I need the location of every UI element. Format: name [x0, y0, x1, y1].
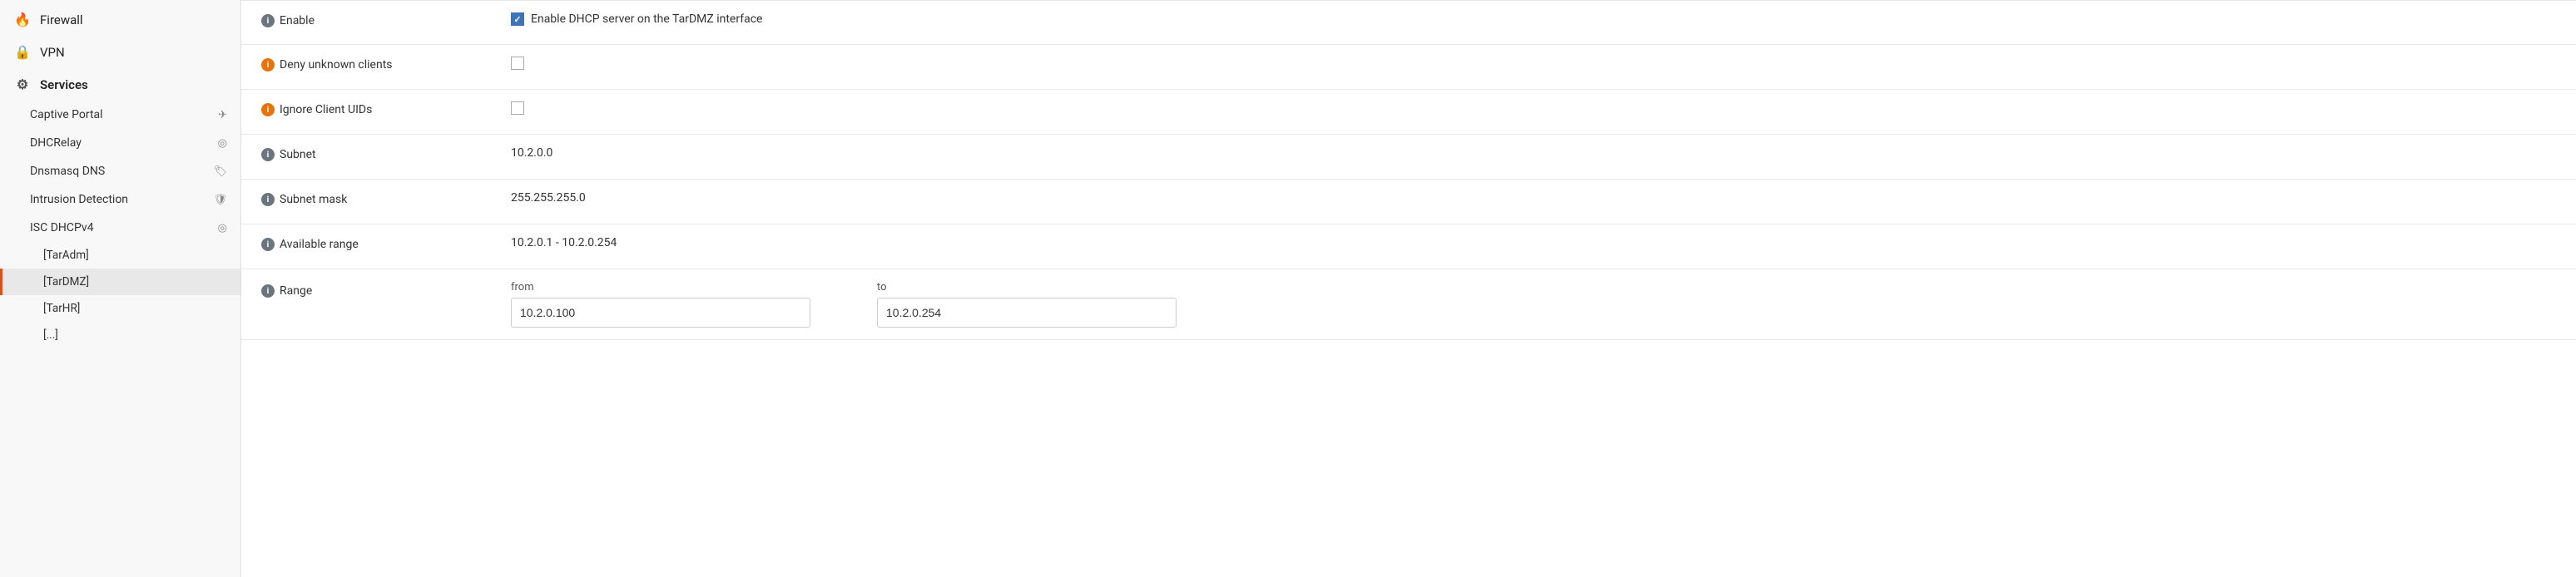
taradm-label: [TarAdm] [43, 249, 89, 262]
range-label: i Range [261, 281, 511, 298]
range-inputs-row: from to [511, 281, 1177, 328]
range-to-field: to [877, 281, 1177, 328]
dnsmasq-dns-label: Dnsmasq DNS [30, 165, 105, 178]
deny-unknown-value [511, 57, 2556, 70]
dhcrelay-icon: ◎ [218, 137, 227, 150]
more-label: [...] [43, 328, 58, 342]
main-content: i Enable Enable DHCP server on the TarDM… [241, 0, 2576, 577]
services-icon: ⚙ [13, 76, 32, 92]
sidebar-item-intrusion-detection[interactable]: Intrusion Detection 🛡 [0, 185, 240, 214]
intrusion-detection-icon: 🛡 [213, 194, 227, 206]
enable-checkbox-wrap[interactable]: Enable DHCP server on the TarDMZ interfa… [511, 12, 762, 26]
range-from-input[interactable] [511, 298, 810, 328]
subnet-mask-info-icon: i [261, 193, 275, 206]
sidebar-item-tarhr[interactable]: [TarHR] [0, 295, 240, 322]
intrusion-detection-label: Intrusion Detection [30, 193, 128, 206]
range-row: i Range from to [241, 269, 2576, 340]
sidebar-item-more[interactable]: [...] [0, 322, 240, 348]
vpn-icon: 🔒 [13, 44, 32, 60]
range-info-icon: i [261, 284, 275, 298]
captive-portal-label: Captive Portal [30, 108, 103, 121]
sidebar-item-tardmz[interactable]: [TarDMZ] [0, 269, 240, 295]
subnet-mask-label: i Subnet mask [261, 191, 511, 206]
range-to-input[interactable] [877, 298, 1177, 328]
subnet-mask-row: i Subnet mask 255.255.255.0 [241, 180, 2576, 224]
deny-unknown-checkbox[interactable] [511, 57, 524, 70]
subnet-mask-value: 255.255.255.0 [511, 191, 2556, 205]
sidebar-item-dhcrelay[interactable]: DHCRelay ◎ [0, 129, 240, 157]
sidebar-item-label: VPN [40, 45, 227, 60]
range-from-label: from [511, 281, 810, 293]
dhcrelay-label: DHCRelay [30, 136, 82, 150]
subnet-value: 10.2.0.0 [511, 146, 2556, 160]
deny-unknown-info-icon: i [261, 58, 275, 72]
tardmz-label: [TarDMZ] [43, 275, 89, 288]
isc-dhcpv4-label: ISC DHCPv4 [30, 221, 94, 234]
ignore-client-uids-checkbox[interactable] [511, 101, 524, 115]
enable-info-icon: i [261, 14, 275, 27]
sidebar-item-services[interactable]: ⚙ Services [0, 68, 240, 101]
sidebar-section-label: Services [40, 77, 88, 92]
deny-unknown-label: i Deny unknown clients [261, 57, 511, 72]
dnsmasq-dns-icon: 🏷 [213, 165, 227, 178]
subnet-row: i Subnet 10.2.0.0 [241, 135, 2576, 180]
available-range-label: i Available range [261, 236, 511, 251]
sidebar-item-label: Firewall [40, 12, 227, 27]
range-to-label: to [877, 281, 1177, 293]
subnet-info-icon: i [261, 148, 275, 161]
sidebar-item-isc-dhcpv4[interactable]: ISC DHCPv4 ◎ [0, 214, 240, 242]
sidebar-item-dnsmasq-dns[interactable]: Dnsmasq DNS 🏷 [0, 157, 240, 185]
subnet-label: i Subnet [261, 146, 511, 161]
enable-row: i Enable Enable DHCP server on the TarDM… [241, 0, 2576, 45]
sidebar-item-firewall[interactable]: 🔥 Firewall [0, 3, 240, 36]
ignore-client-uids-info-icon: i [261, 103, 275, 116]
range-value: from to [511, 281, 2556, 328]
sidebar-item-vpn[interactable]: 🔒 VPN [0, 36, 240, 68]
enable-value: Enable DHCP server on the TarDMZ interfa… [511, 12, 2556, 26]
available-range-info-icon: i [261, 238, 275, 251]
available-range-row: i Available range 10.2.0.1 - 10.2.0.254 [241, 224, 2576, 269]
enable-label: i Enable [261, 12, 511, 27]
deny-unknown-row: i Deny unknown clients [241, 45, 2576, 90]
tarhr-label: [TarHR] [43, 302, 80, 315]
captive-portal-icon: ✈ [218, 109, 227, 121]
sidebar-item-captive-portal[interactable]: Captive Portal ✈ [0, 101, 240, 129]
firewall-icon: 🔥 [13, 12, 32, 27]
sidebar-item-taradm[interactable]: [TarAdm] [0, 242, 240, 269]
range-from-field: from [511, 281, 810, 328]
enable-checkbox-label: Enable DHCP server on the TarDMZ interfa… [531, 12, 762, 26]
enable-checkbox[interactable] [511, 12, 524, 26]
available-range-value: 10.2.0.1 - 10.2.0.254 [511, 236, 2556, 249]
isc-dhcpv4-icon: ◎ [218, 222, 227, 234]
ignore-client-uids-row: i Ignore Client UIDs [241, 90, 2576, 135]
sidebar: 🔥 Firewall 🔒 VPN ⚙ Services Captive Port… [0, 0, 241, 577]
ignore-client-uids-label: i Ignore Client UIDs [261, 101, 511, 116]
ignore-client-uids-value [511, 101, 2556, 115]
